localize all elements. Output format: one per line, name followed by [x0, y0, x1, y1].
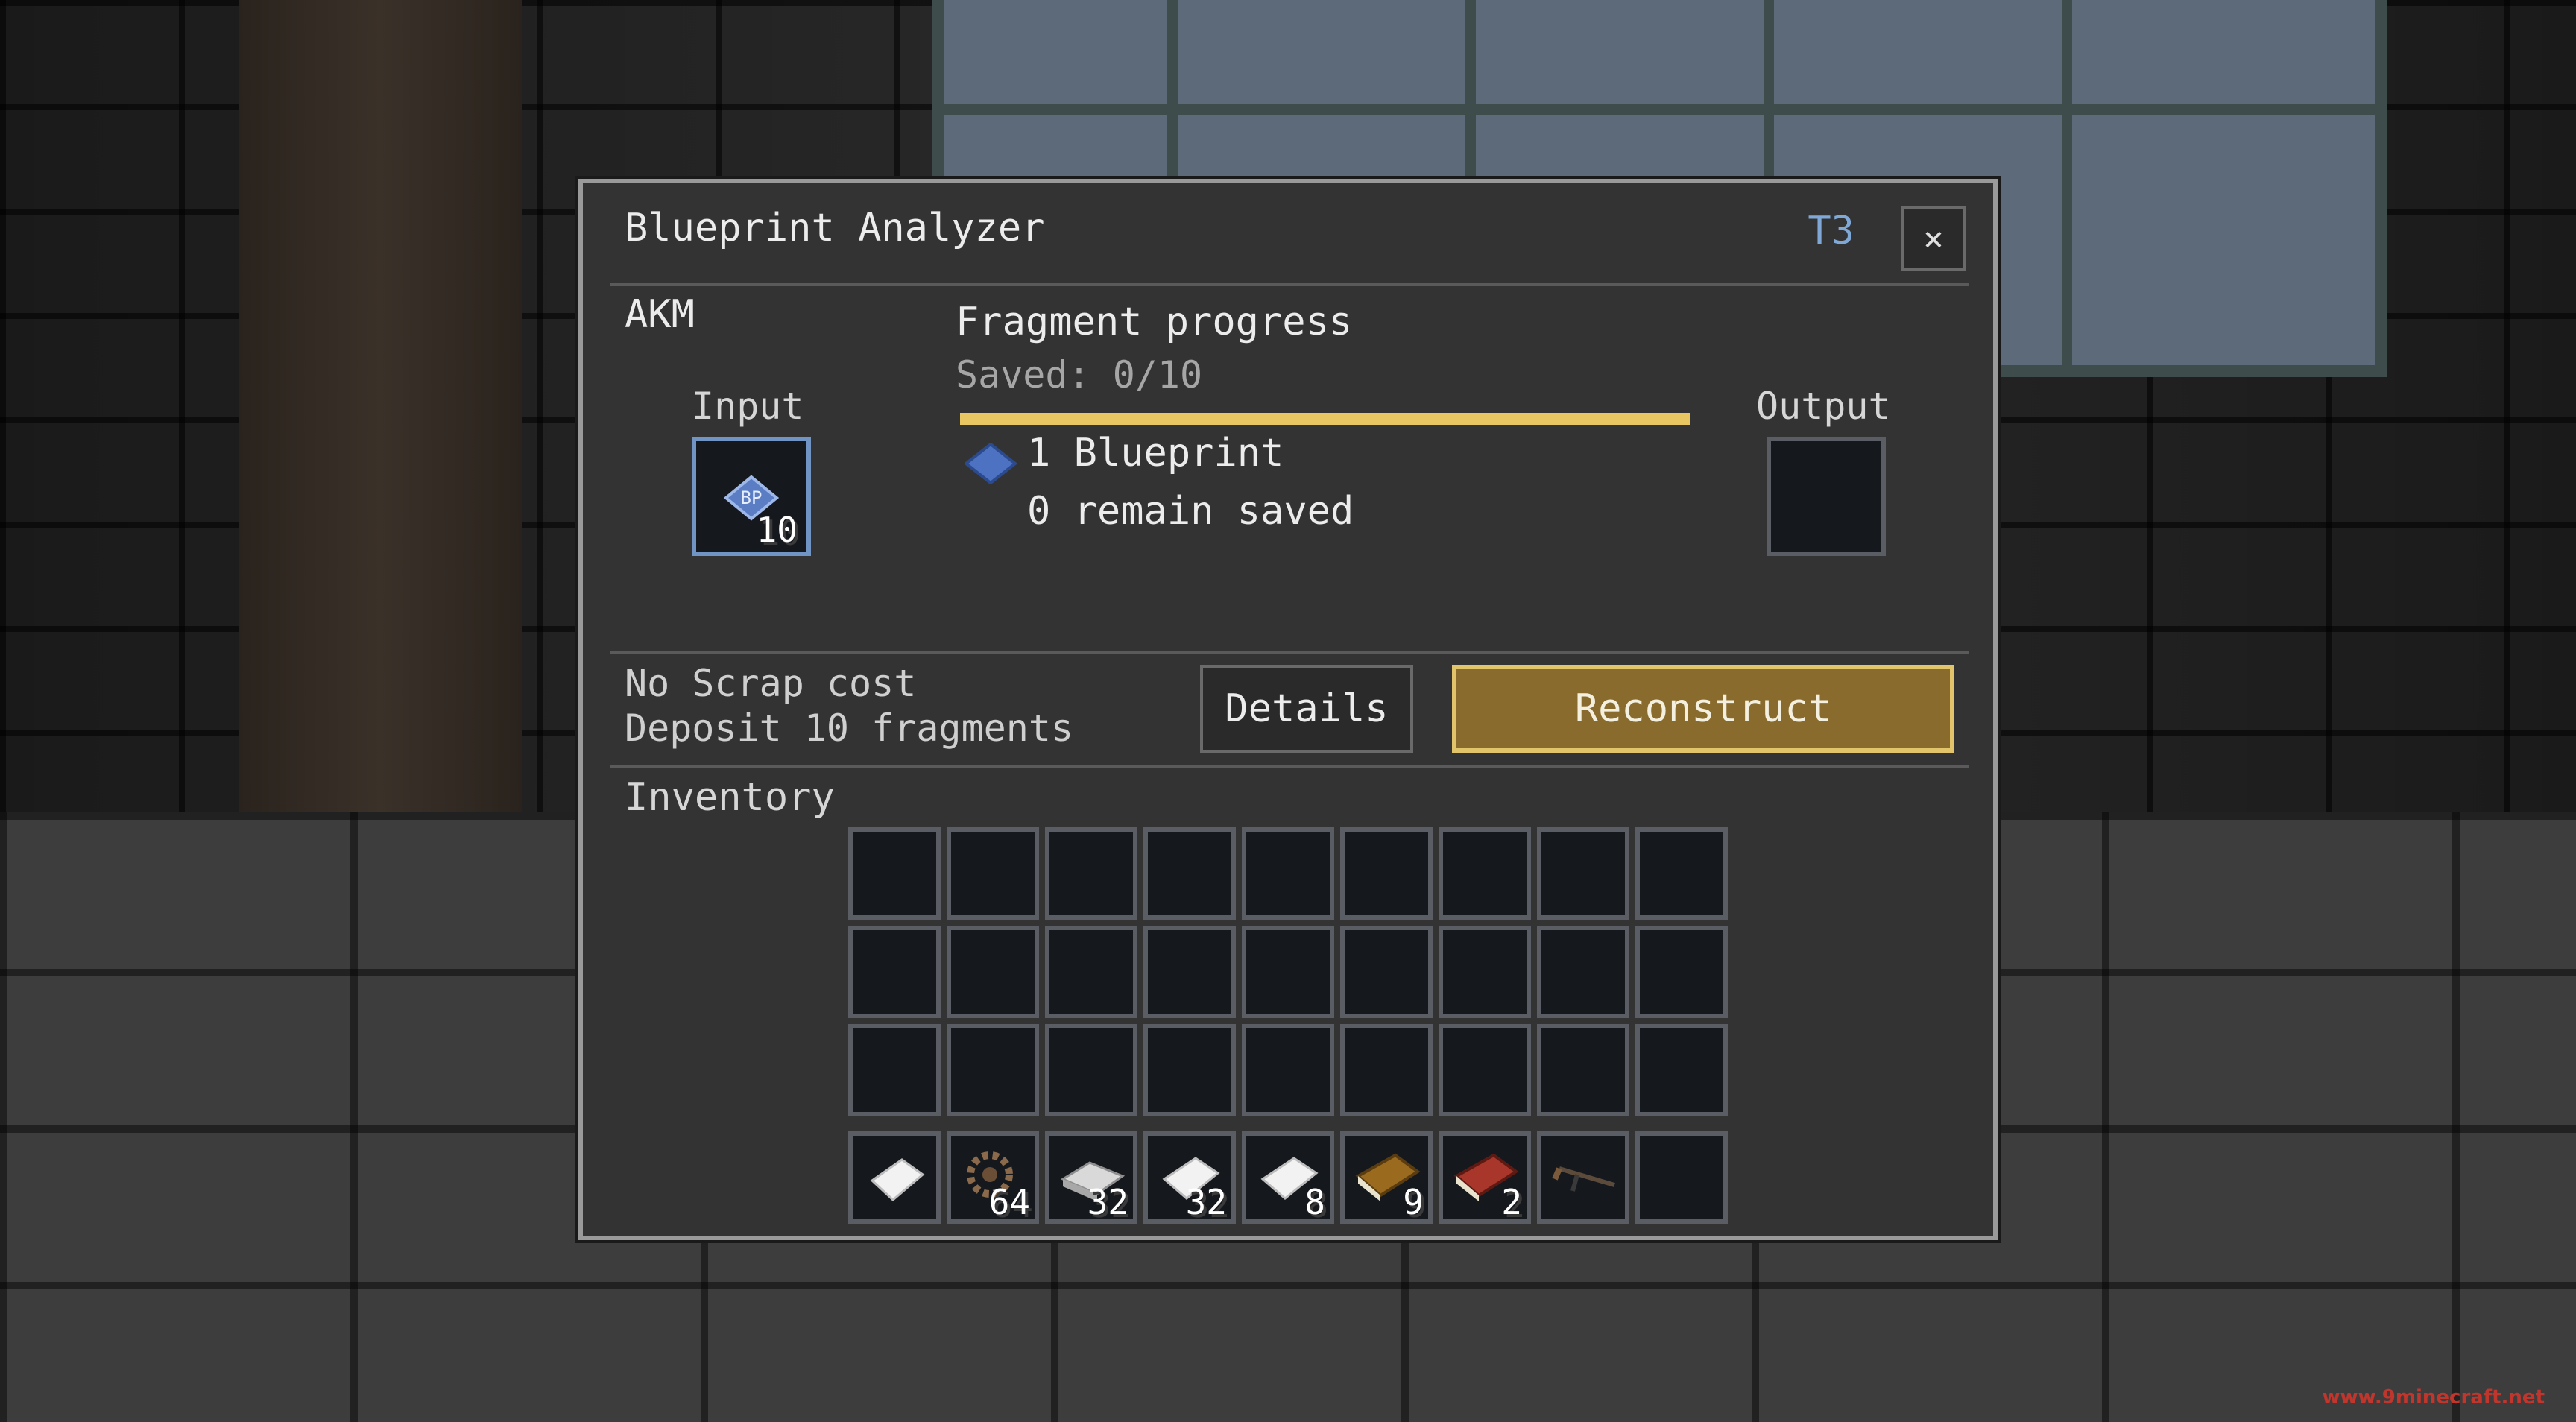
inventory-slot[interactable]: [1635, 827, 1728, 920]
inventory-slot[interactable]: [1537, 1024, 1629, 1116]
svg-text:BP: BP: [741, 487, 763, 508]
blueprint-analyzer-dialog: Blueprint Analyzer T3 × AKM Input BP 10 …: [578, 179, 1998, 1240]
inventory-slot[interactable]: [848, 926, 941, 1018]
inventory-slot[interactable]: [1045, 827, 1137, 920]
blueprint-count-text: 1 Blueprint: [1027, 431, 1284, 475]
inventory-slot[interactable]: [1242, 827, 1334, 920]
inventory-slot[interactable]: [1242, 1024, 1334, 1116]
inventory-slot[interactable]: [848, 827, 941, 920]
paper-icon: [870, 1158, 925, 1202]
details-button[interactable]: Details: [1200, 665, 1413, 753]
inventory-main-grid: [848, 827, 1728, 1116]
deposit-fragments-text: Deposit 10 fragments: [625, 707, 1074, 750]
hotbar-slot[interactable]: 32: [1143, 1131, 1236, 1224]
fragment-progress-title: Fragment progress: [956, 300, 1353, 344]
output-slot[interactable]: [1767, 437, 1886, 556]
input-slot[interactable]: BP 10: [692, 437, 811, 556]
hotbar-slot[interactable]: [1537, 1131, 1629, 1224]
hotbar-count: 32: [1087, 1182, 1128, 1222]
hotbar-slot[interactable]: 32: [1045, 1131, 1137, 1224]
inventory-slot[interactable]: [947, 1024, 1039, 1116]
tier-label: T3: [1808, 209, 1854, 253]
input-label: Input: [692, 385, 804, 428]
inventory-slot[interactable]: [1143, 827, 1236, 920]
hotbar-count: 32: [1185, 1182, 1227, 1222]
item-name: AKM: [625, 292, 695, 337]
wood-pillar: [239, 0, 522, 887]
inventory-slot[interactable]: [1045, 926, 1137, 1018]
cost-divider-bottom: [610, 765, 1969, 768]
hotbar-slot[interactable]: 9: [1340, 1131, 1433, 1224]
hotbar-slot[interactable]: 64: [947, 1131, 1039, 1224]
remain-saved-text: 0 remain saved: [1027, 489, 1354, 534]
cost-divider-top: [610, 651, 1969, 654]
fragment-progress-bar: [960, 413, 1690, 425]
hotbar-slot[interactable]: [1635, 1131, 1728, 1224]
inventory-slot[interactable]: [1340, 827, 1433, 920]
inventory-slot[interactable]: [947, 926, 1039, 1018]
watermark: www.9minecraft.net: [2322, 1386, 2545, 1409]
hotbar-slot[interactable]: [848, 1131, 941, 1224]
hotbar-count: 9: [1403, 1182, 1424, 1222]
inventory-slot[interactable]: [1143, 1024, 1236, 1116]
hotbar-count: 8: [1304, 1182, 1325, 1222]
inventory-slot[interactable]: [1242, 926, 1334, 1018]
inventory-slot[interactable]: [848, 1024, 941, 1116]
inventory-label: Inventory: [625, 775, 835, 820]
blueprint-diamond-icon: [965, 443, 1017, 484]
window-title: Blueprint Analyzer: [625, 206, 1045, 250]
inventory-slot[interactable]: [1635, 1024, 1728, 1116]
hotbar-slot[interactable]: 2: [1439, 1131, 1531, 1224]
inventory-slot[interactable]: [1537, 926, 1629, 1018]
inventory-slot[interactable]: [947, 827, 1039, 920]
inventory-slot[interactable]: [1340, 1024, 1433, 1116]
title-divider: [610, 283, 1969, 286]
scrap-cost-text: No Scrap cost: [625, 662, 917, 705]
inventory-slot[interactable]: [1340, 926, 1433, 1018]
saved-status: Saved: 0/10: [956, 353, 1203, 396]
reconstruct-button[interactable]: Reconstruct: [1452, 665, 1954, 753]
fragment-progress-fill: [960, 413, 1690, 425]
output-label: Output: [1756, 385, 1891, 428]
hotbar-grid: 64 32 32 8 9 2: [848, 1131, 1728, 1224]
inventory-slot[interactable]: [1439, 827, 1531, 920]
hotbar-count: 2: [1501, 1182, 1522, 1222]
inventory-slot[interactable]: [1537, 827, 1629, 920]
inventory-slot[interactable]: [1439, 1024, 1531, 1116]
rifle-icon: [1552, 1166, 1615, 1192]
inventory-slot[interactable]: [1439, 926, 1531, 1018]
inventory-slot[interactable]: [1045, 1024, 1137, 1116]
inventory-slot[interactable]: [1143, 926, 1236, 1018]
hotbar-slot[interactable]: 8: [1242, 1131, 1334, 1224]
input-count: 10: [756, 510, 798, 550]
close-button[interactable]: ×: [1901, 206, 1966, 271]
hotbar-count: 64: [988, 1182, 1030, 1222]
inventory-slot[interactable]: [1635, 926, 1728, 1018]
